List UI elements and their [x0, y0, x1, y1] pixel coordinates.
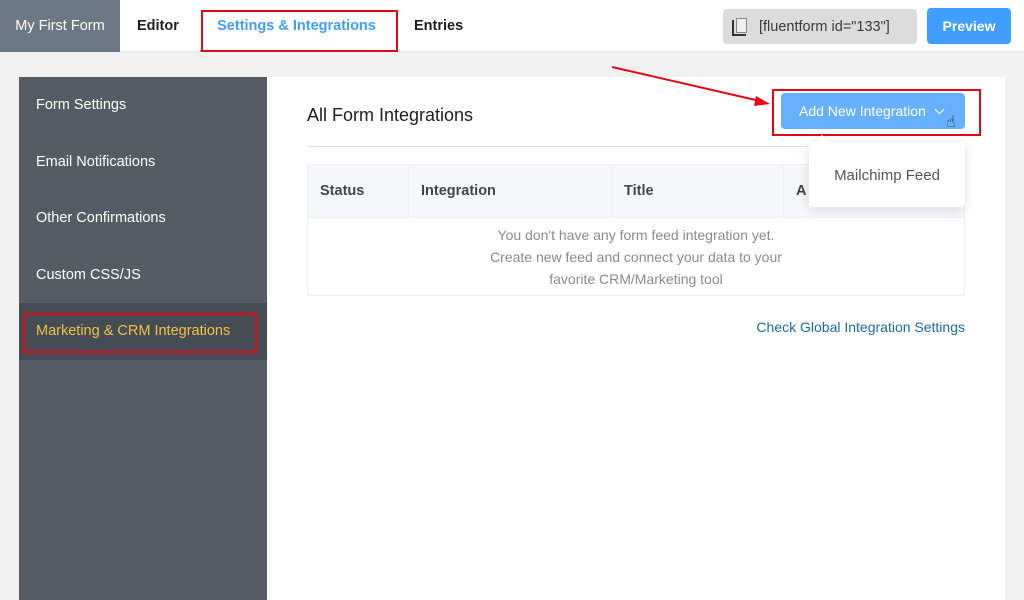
preview-button[interactable]: Preview: [927, 8, 1011, 44]
sidebar-item-form-settings[interactable]: Form Settings: [19, 77, 267, 134]
integration-dropdown: Mailchimp Feed: [809, 143, 965, 207]
add-integration-label: Add New Integration: [799, 103, 926, 119]
sidebar-item-marketing-crm[interactable]: Marketing & CRM Integrations: [19, 303, 267, 360]
shortcode-copy-button[interactable]: [fluentform id="133"]: [723, 9, 917, 44]
page-title: All Form Integrations: [307, 105, 474, 125]
tab-editor[interactable]: Editor: [137, 0, 179, 52]
sidebar-item-custom-css-js[interactable]: Custom CSS/JS: [19, 247, 267, 304]
chevron-down-icon: [934, 104, 945, 114]
tab-settings-integrations[interactable]: Settings & Integrations: [200, 0, 393, 52]
sidebar-item-other-confirmations[interactable]: Other Confirmations: [19, 190, 267, 247]
shortcode-text: [fluentform id="133"]: [759, 18, 890, 35]
form-title[interactable]: My First Form: [0, 0, 120, 52]
settings-panel: Form Settings Email Notifications Other …: [19, 77, 1005, 600]
column-integration: Integration: [409, 165, 612, 217]
empty-line: Create new feed and connect your data to…: [490, 248, 782, 265]
settings-sidebar: Form Settings Email Notifications Other …: [19, 77, 267, 600]
empty-line: You don't have any form feed integration…: [497, 226, 775, 243]
dropdown-item-mailchimp[interactable]: Mailchimp Feed: [834, 167, 940, 184]
column-title: Title: [612, 165, 784, 217]
top-bar: My First Form Editor Settings & Integrat…: [0, 0, 1024, 52]
tab-entries[interactable]: Entries: [414, 0, 463, 52]
hand-cursor-icon: ☝: [946, 114, 956, 131]
integrations-content: All Form Integrations Add New Integratio…: [307, 77, 965, 600]
empty-state: You don't have any form feed integration…: [308, 218, 964, 295]
add-new-integration-button[interactable]: Add New Integration: [781, 93, 965, 129]
column-status: Status: [308, 165, 409, 217]
empty-line: favorite CRM/Marketing tool: [549, 270, 723, 287]
copy-icon: [732, 17, 748, 36]
global-integration-settings-link[interactable]: Check Global Integration Settings: [756, 319, 965, 335]
sidebar-item-email-notifications[interactable]: Email Notifications: [19, 134, 267, 191]
